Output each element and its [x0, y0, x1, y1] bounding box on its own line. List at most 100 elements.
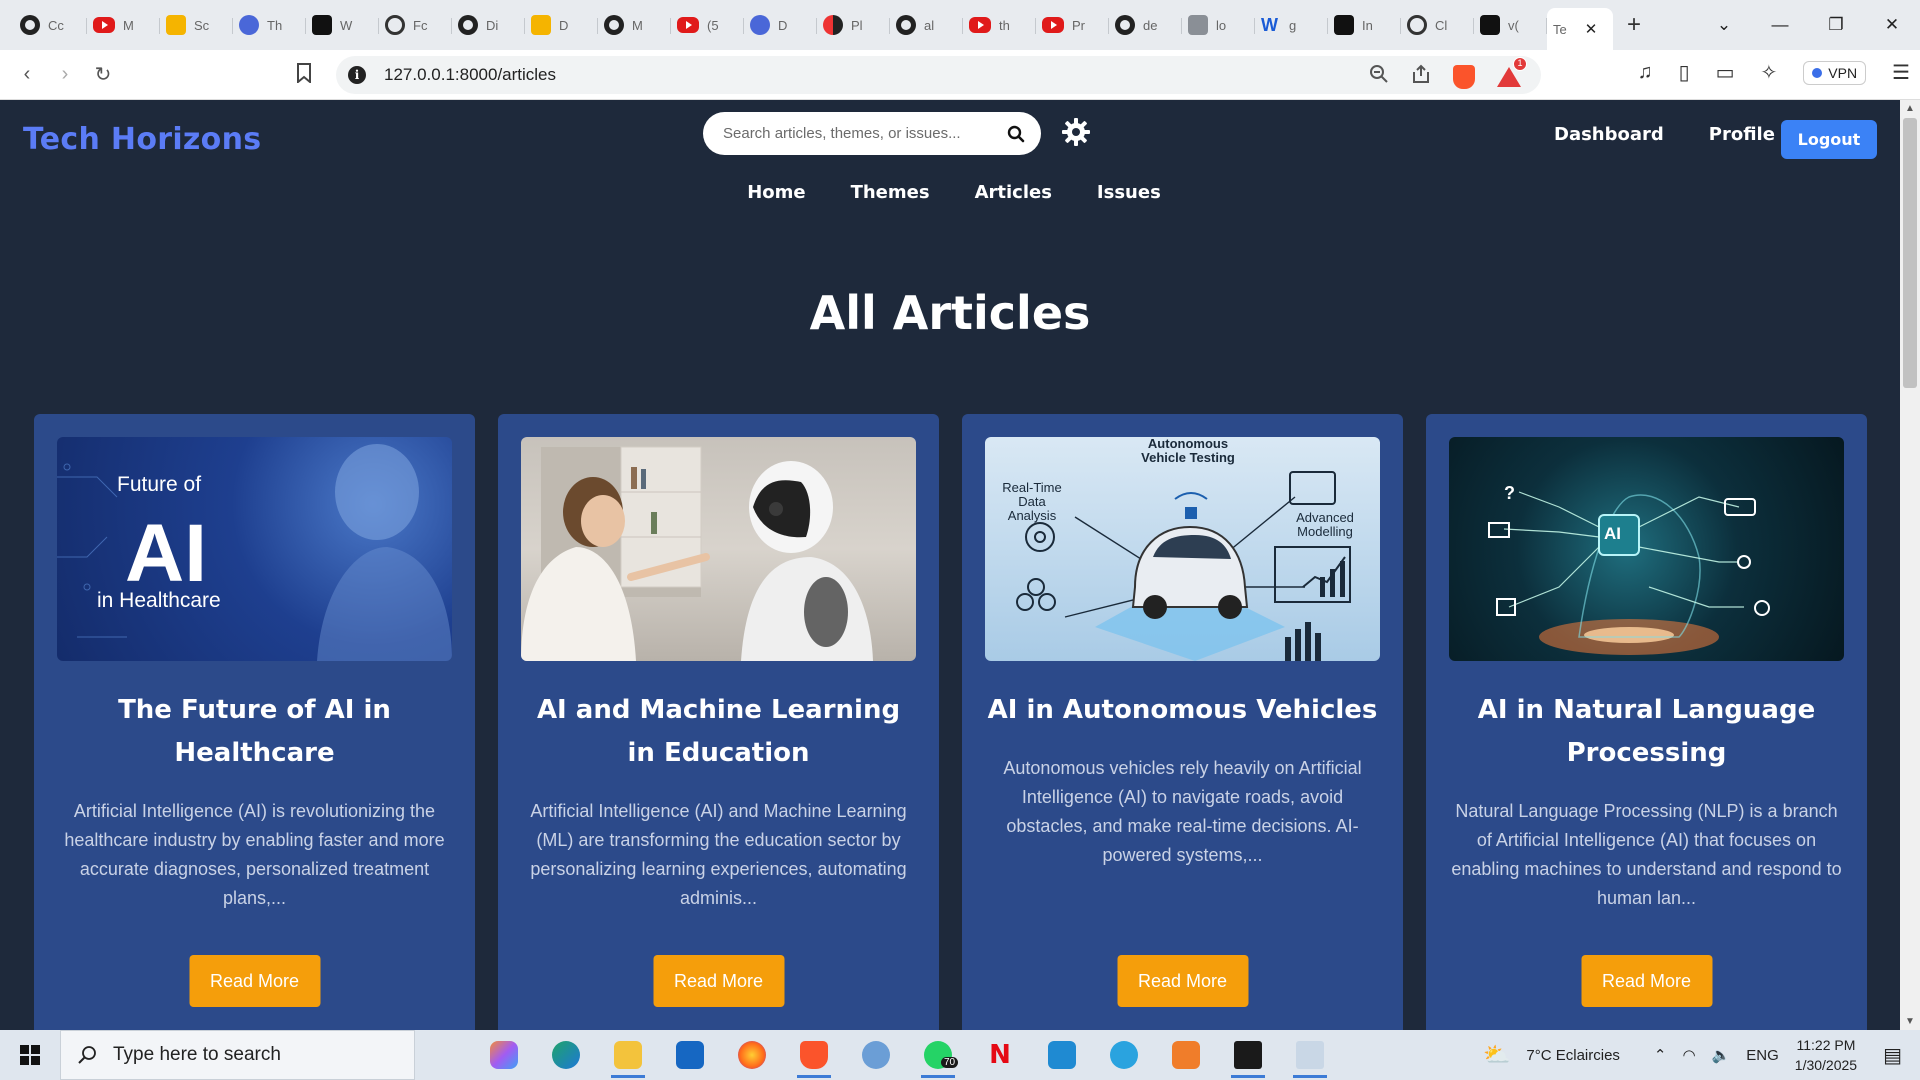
- volume-icon[interactable]: 🔈: [1712, 1046, 1731, 1064]
- brave-rewards-icon[interactable]: 1: [1497, 57, 1527, 87]
- tray-chevron-icon[interactable]: ⌃: [1654, 1046, 1667, 1064]
- browser-tab[interactable]: Pl: [817, 8, 890, 42]
- terminal-app[interactable]: [1217, 1030, 1279, 1080]
- article-image-education[interactable]: [521, 437, 916, 661]
- article-image-nlp[interactable]: ? AI: [1449, 437, 1844, 661]
- zoom-icon[interactable]: [1369, 64, 1389, 90]
- article-title[interactable]: AI in Autonomous Vehicles: [985, 689, 1380, 732]
- taskbar-search[interactable]: Type here to search: [60, 1030, 415, 1080]
- vpn-button[interactable]: VPN: [1803, 60, 1867, 85]
- xampp-app[interactable]: [1155, 1030, 1217, 1080]
- outlook-app[interactable]: [659, 1030, 721, 1080]
- article-title[interactable]: AI in Natural Language Processing: [1449, 689, 1844, 775]
- browser-tab-active[interactable]: Te ✕: [1547, 8, 1613, 50]
- scroll-up-arrow-icon[interactable]: ▲: [1905, 103, 1915, 114]
- whatsapp-badge: 70: [941, 1057, 959, 1068]
- search-icon[interactable]: [1007, 125, 1025, 143]
- snipping-app[interactable]: [1279, 1030, 1341, 1080]
- url-text[interactable]: 127.0.0.1:8000/articles: [384, 65, 556, 85]
- bookmark-icon[interactable]: [296, 63, 312, 89]
- nav-home[interactable]: Home: [747, 182, 805, 203]
- profile-link[interactable]: Profile: [1709, 124, 1775, 145]
- scrollbar-thumb[interactable]: [1903, 118, 1917, 388]
- browser-tab[interactable]: D: [525, 8, 598, 42]
- forward-icon[interactable]: ›: [46, 63, 84, 86]
- browser-tab[interactable]: lo: [1182, 8, 1255, 42]
- notifications-icon[interactable]: ▤: [1883, 1043, 1902, 1068]
- back-icon[interactable]: ‹: [8, 63, 46, 86]
- browser-tab[interactable]: Fc: [379, 8, 452, 42]
- browser-tab[interactable]: v(: [1474, 8, 1547, 42]
- maximize-icon[interactable]: ❐: [1808, 15, 1864, 35]
- read-more-button[interactable]: Read More: [1581, 955, 1712, 1007]
- browser-tab[interactable]: Pr: [1036, 8, 1109, 42]
- file-explorer-app[interactable]: [597, 1030, 659, 1080]
- browser-tab[interactable]: D: [744, 8, 817, 42]
- copilot-app[interactable]: [473, 1030, 535, 1080]
- browser-tab[interactable]: Cl: [1401, 8, 1474, 42]
- github-icon: [896, 15, 916, 35]
- browser-tab[interactable]: M: [87, 8, 160, 42]
- read-more-button[interactable]: Read More: [653, 955, 784, 1007]
- dashboard-link[interactable]: Dashboard: [1554, 124, 1664, 145]
- theme-toggle-gear-icon[interactable]: [1060, 116, 1092, 148]
- menu-icon[interactable]: ☰: [1892, 60, 1910, 85]
- brave-shields-icon[interactable]: [1453, 65, 1475, 89]
- nav-issues[interactable]: Issues: [1097, 182, 1161, 203]
- scroll-down-arrow-icon[interactable]: ▼: [1905, 1016, 1915, 1027]
- telegram-app[interactable]: [1093, 1030, 1155, 1080]
- read-more-button[interactable]: Read More: [189, 955, 320, 1007]
- reload-icon[interactable]: ↻: [84, 62, 122, 87]
- nav-themes[interactable]: Themes: [851, 182, 930, 203]
- whatsapp-app[interactable]: 70: [907, 1030, 969, 1080]
- browser-tab[interactable]: Sc: [160, 8, 233, 42]
- netflix-app[interactable]: N: [969, 1030, 1031, 1080]
- browser-tab[interactable]: Wg: [1255, 8, 1328, 42]
- qbittorrent-app[interactable]: [845, 1030, 907, 1080]
- site-info-icon[interactable]: i: [348, 66, 366, 84]
- page-scrollbar[interactable]: ▲ ▼: [1900, 100, 1920, 1030]
- article-title[interactable]: The Future of AI in Healthcare: [57, 689, 452, 775]
- article-title[interactable]: AI and Machine Learning in Education: [521, 689, 916, 775]
- language-indicator[interactable]: ENG: [1746, 1047, 1779, 1064]
- new-tab-icon[interactable]: +: [1627, 11, 1641, 39]
- browser-tab[interactable]: de: [1109, 8, 1182, 42]
- article-image-vehicles[interactable]: Autonomous Vehicle Testing Real-Time Dat…: [985, 437, 1380, 661]
- minimize-icon[interactable]: —: [1752, 15, 1808, 35]
- close-window-icon[interactable]: ✕: [1864, 15, 1920, 35]
- search-input[interactable]: [723, 125, 1007, 142]
- browser-tab[interactable]: th: [963, 8, 1036, 42]
- start-button[interactable]: [0, 1045, 60, 1065]
- article-card: Autonomous Vehicle Testing Real-Time Dat…: [962, 414, 1403, 1030]
- browser-tab[interactable]: (5: [671, 8, 744, 42]
- browser-tab[interactable]: Th: [233, 8, 306, 42]
- firefox-app[interactable]: [721, 1030, 783, 1080]
- logout-button[interactable]: Logout: [1781, 120, 1877, 159]
- url-bar[interactable]: i 127.0.0.1:8000/articles 1: [336, 56, 1541, 94]
- tab-search-chevron-icon[interactable]: ⌄: [1696, 15, 1752, 35]
- browser-tab[interactable]: W: [306, 8, 379, 42]
- nav-articles[interactable]: Articles: [975, 182, 1052, 203]
- browser-tab[interactable]: al: [890, 8, 963, 42]
- leo-ai-icon[interactable]: ✧: [1761, 60, 1778, 85]
- image-caption-realtime: Real-Time Data Analysis: [1002, 480, 1062, 523]
- site-logo[interactable]: Tech Horizons: [23, 122, 261, 157]
- vscode-app[interactable]: [1031, 1030, 1093, 1080]
- browser-tab[interactable]: M: [598, 8, 671, 42]
- edge-app[interactable]: [535, 1030, 597, 1080]
- browser-tab[interactable]: Di: [452, 8, 525, 42]
- brave-app[interactable]: [783, 1030, 845, 1080]
- share-icon[interactable]: [1411, 64, 1431, 90]
- clock[interactable]: 11:22 PM 1/30/2025: [1795, 1035, 1857, 1075]
- sidebar-icon[interactable]: ▯: [1679, 60, 1690, 85]
- wifi-icon[interactable]: ◠: [1683, 1046, 1696, 1064]
- close-tab-icon[interactable]: ✕: [1585, 20, 1598, 38]
- read-more-button[interactable]: Read More: [1117, 955, 1248, 1007]
- browser-tab[interactable]: In: [1328, 8, 1401, 42]
- article-image-healthcare[interactable]: Future of AI in Healthcare: [57, 437, 452, 661]
- wallet-icon[interactable]: ▭: [1716, 60, 1735, 85]
- weather-text[interactable]: 7°C Eclaircies: [1526, 1047, 1620, 1064]
- weather-icon[interactable]: ⛅: [1483, 1042, 1510, 1068]
- browser-tab[interactable]: Cc: [14, 8, 87, 42]
- media-icon[interactable]: ♫: [1638, 61, 1653, 84]
